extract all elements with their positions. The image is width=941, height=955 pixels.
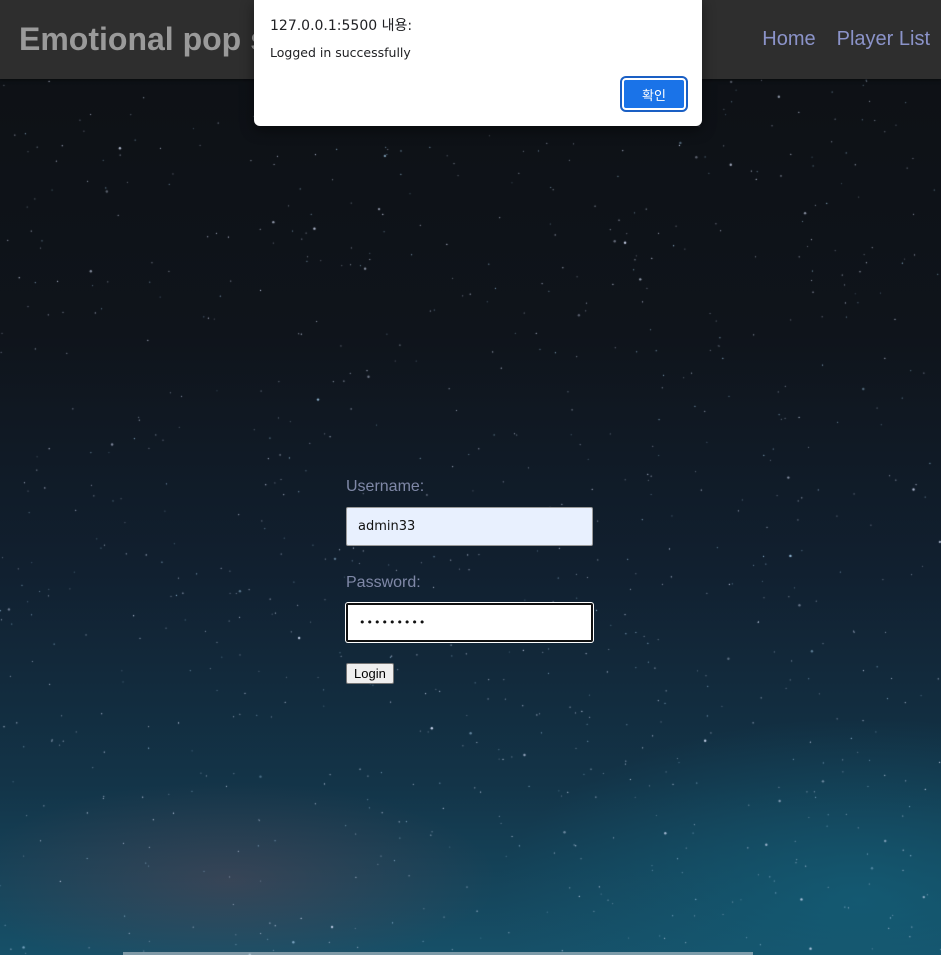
dialog-title: 127.0.0.1:5500 내용: xyxy=(270,18,413,34)
nav-links: Home Player List xyxy=(762,28,930,51)
username-label: Username: xyxy=(346,478,425,495)
login-button[interactable]: Login xyxy=(346,663,394,684)
nav-link-player-list[interactable]: Player List xyxy=(837,28,930,51)
nav-link-home[interactable]: Home xyxy=(762,28,815,51)
alert-dialog: 127.0.0.1:5500 내용: Logged in successfull… xyxy=(254,0,702,126)
password-input[interactable] xyxy=(346,603,593,642)
site-title: Emotional pop s xyxy=(19,21,268,57)
login-form: Username: Password: Login xyxy=(346,478,596,684)
dialog-ok-button[interactable]: 확인 xyxy=(622,78,686,110)
dialog-message: Logged in successfully xyxy=(270,45,411,60)
password-label: Password: xyxy=(346,574,421,591)
page-background: Emotional pop s Home Player List Usernam… xyxy=(0,0,941,955)
username-input[interactable] xyxy=(346,507,593,546)
